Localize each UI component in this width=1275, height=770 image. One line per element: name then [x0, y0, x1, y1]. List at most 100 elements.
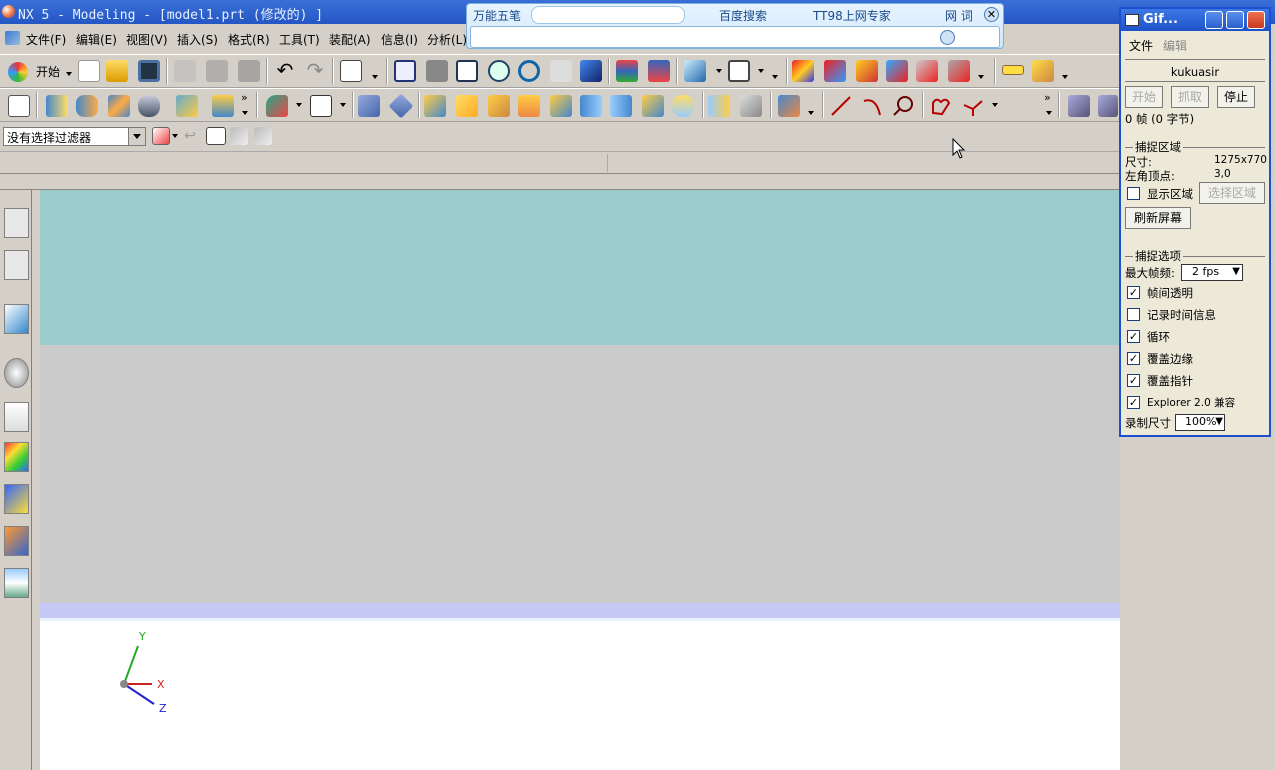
selection-options-icon[interactable] [340, 60, 362, 82]
visualization-icon[interactable] [4, 442, 29, 472]
tube-icon[interactable] [138, 95, 160, 117]
measure-distance-icon[interactable] [1002, 65, 1024, 75]
mirror-icon[interactable] [740, 95, 762, 117]
menu-analysis[interactable]: 分析(L) [427, 31, 467, 48]
snap-point-icon[interactable] [230, 127, 248, 145]
through-mesh-icon[interactable] [1098, 95, 1118, 117]
menu-format[interactable]: 格式(R) [228, 31, 270, 48]
reset-filter-icon[interactable]: ↩ [181, 127, 199, 145]
menu-insert[interactable]: 插入(S) [177, 31, 218, 48]
menu-app-icon[interactable] [5, 31, 20, 45]
point-icon[interactable] [962, 95, 984, 117]
zoom-icon[interactable] [488, 60, 510, 82]
chevron-down-icon[interactable]: ▼ [1232, 266, 1240, 277]
eraser-icon[interactable] [206, 127, 226, 145]
maximize-icon[interactable] [1226, 11, 1244, 29]
sweep-icon[interactable] [108, 95, 130, 117]
chevron-down-icon[interactable] [128, 128, 145, 145]
wcs-origin-icon[interactable] [824, 60, 846, 82]
datum-plane-icon[interactable] [310, 95, 332, 117]
paste-icon[interactable] [238, 60, 260, 82]
fit-view-icon[interactable] [394, 60, 416, 82]
wcs-rotate-icon[interactable] [856, 60, 878, 82]
chevron-down-icon[interactable]: ▼ [1215, 416, 1223, 427]
arc-icon[interactable] [862, 95, 884, 117]
toolbar-overflow-right-icon[interactable]: » [1044, 91, 1051, 104]
perspective-icon[interactable] [580, 60, 602, 82]
save-icon[interactable] [138, 60, 160, 82]
menu-view[interactable]: 视图(V) [126, 31, 168, 48]
wcs-set-icon[interactable] [916, 60, 938, 82]
measure-angle-icon[interactable] [1032, 60, 1054, 82]
orient-view-icon[interactable] [684, 60, 706, 82]
pan-icon[interactable] [550, 60, 572, 82]
ime-search-input[interactable] [470, 26, 1000, 48]
roles-icon[interactable] [4, 484, 29, 514]
through-curves-icon[interactable] [1068, 95, 1090, 117]
assembly-navigator-icon[interactable] [4, 208, 29, 238]
unite-icon[interactable] [358, 95, 380, 117]
option-checkbox-1[interactable] [1127, 308, 1140, 321]
menu-edit[interactable]: 编辑(E) [76, 31, 117, 48]
layer-settings-icon[interactable] [616, 60, 638, 82]
wcs-orient-icon[interactable] [886, 60, 908, 82]
shaded-view-icon[interactable] [426, 60, 448, 82]
pattern-icon[interactable] [708, 95, 730, 117]
minimize-icon[interactable] [1205, 11, 1223, 29]
open-folder-icon[interactable] [106, 60, 128, 82]
show-area-checkbox[interactable] [1127, 187, 1140, 200]
history-icon[interactable] [4, 358, 29, 388]
trim-body-icon[interactable] [642, 95, 664, 117]
system-materials-icon[interactable] [4, 402, 29, 432]
ime-words-tab[interactable]: 网 词 [945, 7, 973, 24]
move-layer-icon[interactable] [648, 60, 670, 82]
part-navigator-icon[interactable] [4, 250, 29, 280]
chamfer-icon[interactable] [456, 95, 478, 117]
hole-icon[interactable] [176, 95, 198, 117]
ime-wubi-tab[interactable]: 万能五笔 [473, 7, 521, 24]
refresh-screen-button[interactable]: 刷新屏幕 [1125, 207, 1191, 229]
extrude-icon[interactable] [46, 95, 68, 117]
redo-icon[interactable]: ↷ [304, 60, 326, 82]
ime-tt98-tab[interactable]: TT98上网专家 [813, 7, 891, 24]
grab-button[interactable]: 抓取 [1171, 86, 1209, 108]
close-icon[interactable]: ✕ [984, 7, 999, 22]
spline-icon[interactable] [930, 95, 952, 117]
menu-tools[interactable]: 工具(T) [279, 31, 320, 48]
web-browser-icon[interactable] [4, 304, 29, 334]
revolve-icon[interactable] [76, 95, 98, 117]
search-icon[interactable] [940, 30, 955, 45]
start-record-button[interactable]: 开始 [1125, 86, 1163, 108]
circle-icon[interactable] [892, 95, 914, 117]
ime-baidu-tab[interactable]: 百度搜索 [719, 7, 767, 24]
zoom-window-icon[interactable] [456, 60, 478, 82]
record-size-dropdown[interactable]: 100% ▼ [1175, 414, 1225, 431]
primitive-icon[interactable] [266, 95, 288, 117]
stop-button[interactable]: 停止 [1217, 86, 1255, 108]
edge-blend-icon[interactable] [424, 95, 446, 117]
gif-menu-file[interactable]: 文件 [1129, 37, 1153, 54]
option-checkbox-5[interactable]: ✓ [1127, 396, 1140, 409]
ime-input-slot[interactable] [531, 6, 685, 24]
menu-assembly[interactable]: 装配(A) [329, 31, 371, 48]
user-roles-icon[interactable] [4, 526, 29, 556]
cut-icon[interactable] [174, 60, 196, 82]
option-checkbox-3[interactable]: ✓ [1127, 352, 1140, 365]
face-blend-icon[interactable] [488, 95, 510, 117]
scale-body-icon[interactable] [610, 95, 632, 117]
snap-end-icon[interactable] [254, 127, 272, 145]
selection-scope-icon[interactable] [152, 127, 170, 145]
select-area-button[interactable]: 选择区域 [1199, 182, 1265, 204]
fps-dropdown[interactable]: 2 fps ▼ [1181, 264, 1243, 281]
sketch-icon[interactable] [8, 95, 30, 117]
thread-icon[interactable] [778, 95, 800, 117]
render-style-icon[interactable] [728, 60, 750, 82]
menu-file[interactable]: 文件(F) [26, 31, 66, 48]
start-button[interactable]: 开始 [6, 60, 72, 82]
toolbar-overflow-icon[interactable]: » [241, 91, 248, 104]
line-icon[interactable] [830, 95, 852, 117]
boss-icon[interactable] [212, 95, 234, 117]
copy-icon[interactable] [206, 60, 228, 82]
studio-scenes-icon[interactable] [4, 568, 29, 598]
menu-information[interactable]: 信息(I) [381, 31, 418, 48]
